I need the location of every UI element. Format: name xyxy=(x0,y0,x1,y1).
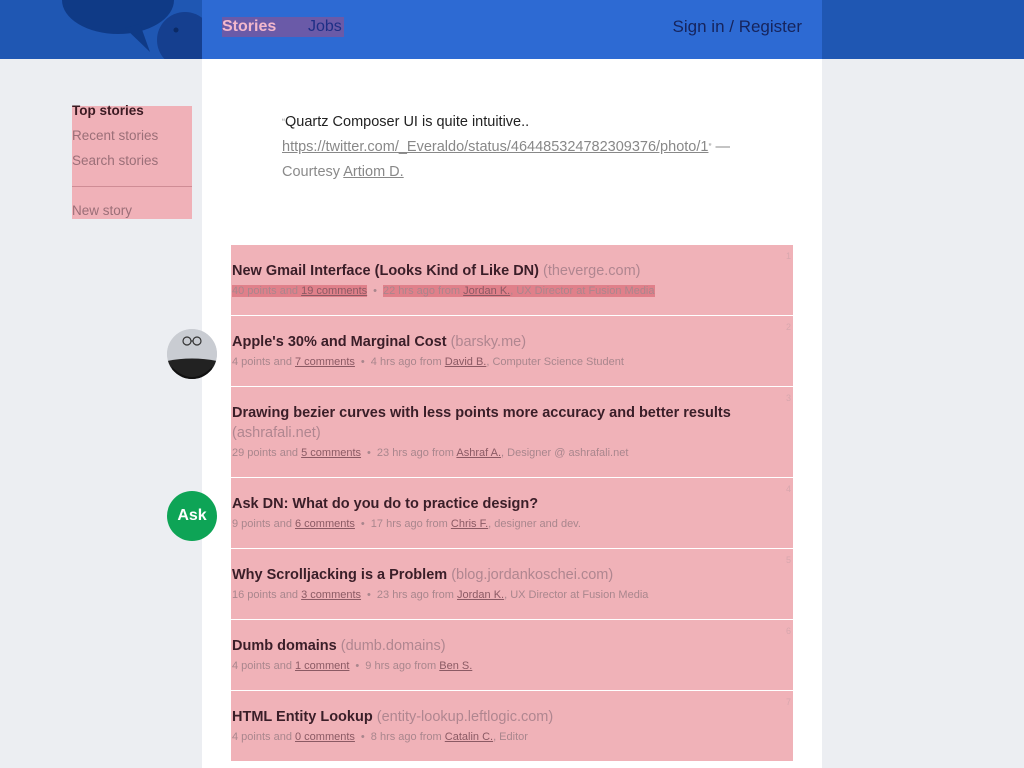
story-title-link[interactable]: Apple's 30% and Marginal Cost (barsky.me… xyxy=(232,332,793,352)
story-author-link[interactable]: David B. xyxy=(445,356,487,368)
story-item-6: 6 Dumb domains (dumb.domains) 4 points a… xyxy=(231,620,793,691)
story-title-link[interactable]: Dumb domains (dumb.domains) xyxy=(232,636,793,656)
story-rank: 7 xyxy=(785,697,791,707)
story-title-link[interactable]: HTML Entity Lookup (entity-lookup.leftlo… xyxy=(232,707,793,727)
story-time: 22 hrs ago from xyxy=(383,285,461,297)
story-points: 4 points and xyxy=(232,660,292,672)
story-time: 8 hrs ago from xyxy=(370,731,442,743)
featured-quote: “Quartz Composer UI is quite intuitive..… xyxy=(282,110,752,185)
story-item-4: 4 Ask DN: What do you do to practice des… xyxy=(231,478,793,549)
story-author-link[interactable]: Jordan K. xyxy=(463,285,510,297)
story-domain: (barsky.me) xyxy=(450,334,527,350)
story-author-role: , Editor xyxy=(493,731,528,743)
story-points: 9 points and xyxy=(232,518,292,530)
story-rank: 4 xyxy=(785,484,791,494)
story-points: 29 points and xyxy=(232,447,299,459)
story-title-link[interactable]: Drawing bezier curves with less points m… xyxy=(232,403,793,443)
story-rank: 1 xyxy=(785,251,791,261)
ask-badge-avatar[interactable]: Ask xyxy=(167,491,217,541)
story-rank: 6 xyxy=(785,626,791,636)
story-meta: 4 points and 0 comments • 8 hrs ago from C… xyxy=(232,731,528,743)
story-points: 40 points and xyxy=(232,285,299,297)
story-item-1: 1 New Gmail Interface (Looks Kind of Lik… xyxy=(231,245,793,316)
story-rank: 5 xyxy=(785,555,791,565)
story-points: 4 points and xyxy=(232,731,292,743)
user-glasses-avatar-icon xyxy=(167,329,217,379)
story-time: 23 hrs ago from xyxy=(376,447,454,459)
story-title-link[interactable]: Why Scrolljacking is a Problem (blog.jor… xyxy=(232,565,793,585)
story-meta: 4 points and 1 comment • 9 hrs ago from Be… xyxy=(232,660,473,672)
story-comments-link[interactable]: 19 comments xyxy=(301,285,367,297)
sidebar-item-new-story[interactable]: New story xyxy=(72,203,132,218)
quote-link[interactable]: https://twitter.com/_Everaldo/status/464… xyxy=(282,139,708,155)
story-author-link[interactable]: Chris F. xyxy=(451,518,488,530)
quote-courtesy-author-link[interactable]: Artiom D. xyxy=(343,164,403,180)
story-author-role: , UX Director at Fusion Media xyxy=(504,589,649,601)
story-domain: (blog.jordankoschei.com) xyxy=(451,567,614,583)
story-author-link[interactable]: Catalin C. xyxy=(445,731,493,743)
sidebar-nav: Top stories Recent stories Search storie… xyxy=(72,103,192,219)
story-comments-link[interactable]: 5 comments xyxy=(301,447,361,459)
story-list: 1 New Gmail Interface (Looks Kind of Lik… xyxy=(231,245,793,762)
sidebar-item-recent-stories[interactable]: Recent stories xyxy=(72,128,158,143)
header-logo-area xyxy=(0,0,202,59)
story-title-link[interactable]: New Gmail Interface (Looks Kind of Like … xyxy=(232,261,793,281)
quote-close-mark: ” xyxy=(708,142,712,152)
story-points: 16 points and xyxy=(232,589,299,601)
quote-text: Quartz Composer UI is quite intuitive.. xyxy=(285,114,530,130)
speech-bubble-logo-icon xyxy=(62,0,202,59)
story-comments-link[interactable]: 3 comments xyxy=(301,589,361,601)
story-meta: 16 points and 3 comments • 23 hrs ago from… xyxy=(232,589,649,601)
story-comments-link[interactable]: 6 comments xyxy=(295,518,355,530)
sidebar-divider xyxy=(72,186,192,187)
story-author-link[interactable]: Ben S. xyxy=(439,660,472,672)
sign-in-register-link[interactable]: Sign in / Register xyxy=(673,17,802,37)
story-domain: (ashrafali.net) xyxy=(232,425,321,441)
story-rank: 2 xyxy=(785,322,791,332)
story-time: 23 hrs ago from xyxy=(376,589,454,601)
story-meta: 4 points and 7 comments • 4 hrs ago from D… xyxy=(232,356,624,368)
story-item-3: 3 Drawing bezier curves with less points… xyxy=(231,387,793,478)
story-item-5: 5 Why Scrolljacking is a Problem (blog.j… xyxy=(231,549,793,620)
story-time: 9 hrs ago from xyxy=(365,660,437,672)
avatar[interactable] xyxy=(167,329,217,379)
story-domain: (theverge.com) xyxy=(543,263,641,279)
story-author-role: , designer and dev. xyxy=(488,518,581,530)
story-item-7: 7 HTML Entity Lookup (entity-lookup.left… xyxy=(231,691,793,762)
story-meta: 40 points and 19 comments • 22 hrs ago fro… xyxy=(232,285,655,297)
story-meta: 9 points and 6 comments • 17 hrs ago from … xyxy=(232,518,581,530)
sidebar-item-search-stories[interactable]: Search stories xyxy=(72,153,158,168)
story-author-role: , UX Director at Fusion Media xyxy=(510,285,655,297)
story-domain: (entity-lookup.leftlogic.com) xyxy=(376,709,554,725)
story-author-link[interactable]: Jordan K. xyxy=(457,589,504,601)
story-author-role: , Designer @ ashrafali.net xyxy=(501,447,629,459)
story-comments-link[interactable]: 1 comment xyxy=(295,660,349,672)
tab-stories[interactable]: Stories xyxy=(222,17,308,37)
story-points: 4 points and xyxy=(232,356,292,368)
story-comments-link[interactable]: 7 comments xyxy=(295,356,355,368)
story-item-2: 2 Apple's 30% and Marginal Cost (barsky.… xyxy=(231,316,793,387)
header-right-band xyxy=(822,0,1024,59)
tab-jobs[interactable]: Jobs xyxy=(308,17,344,37)
sidebar-item-top-stories[interactable]: Top stories xyxy=(72,103,144,118)
story-rank: 3 xyxy=(785,393,791,403)
story-time: 4 hrs ago from xyxy=(370,356,442,368)
story-title-link[interactable]: Ask DN: What do you do to practice desig… xyxy=(232,494,793,514)
story-author-link[interactable]: Ashraf A. xyxy=(456,447,501,459)
story-meta: 29 points and 5 comments • 23 hrs ago from… xyxy=(232,447,629,459)
story-domain: (dumb.domains) xyxy=(340,638,446,654)
story-author-role: , Computer Science Student xyxy=(486,356,624,368)
story-time: 17 hrs ago from xyxy=(370,518,448,530)
story-comments-link[interactable]: 0 comments xyxy=(295,731,355,743)
